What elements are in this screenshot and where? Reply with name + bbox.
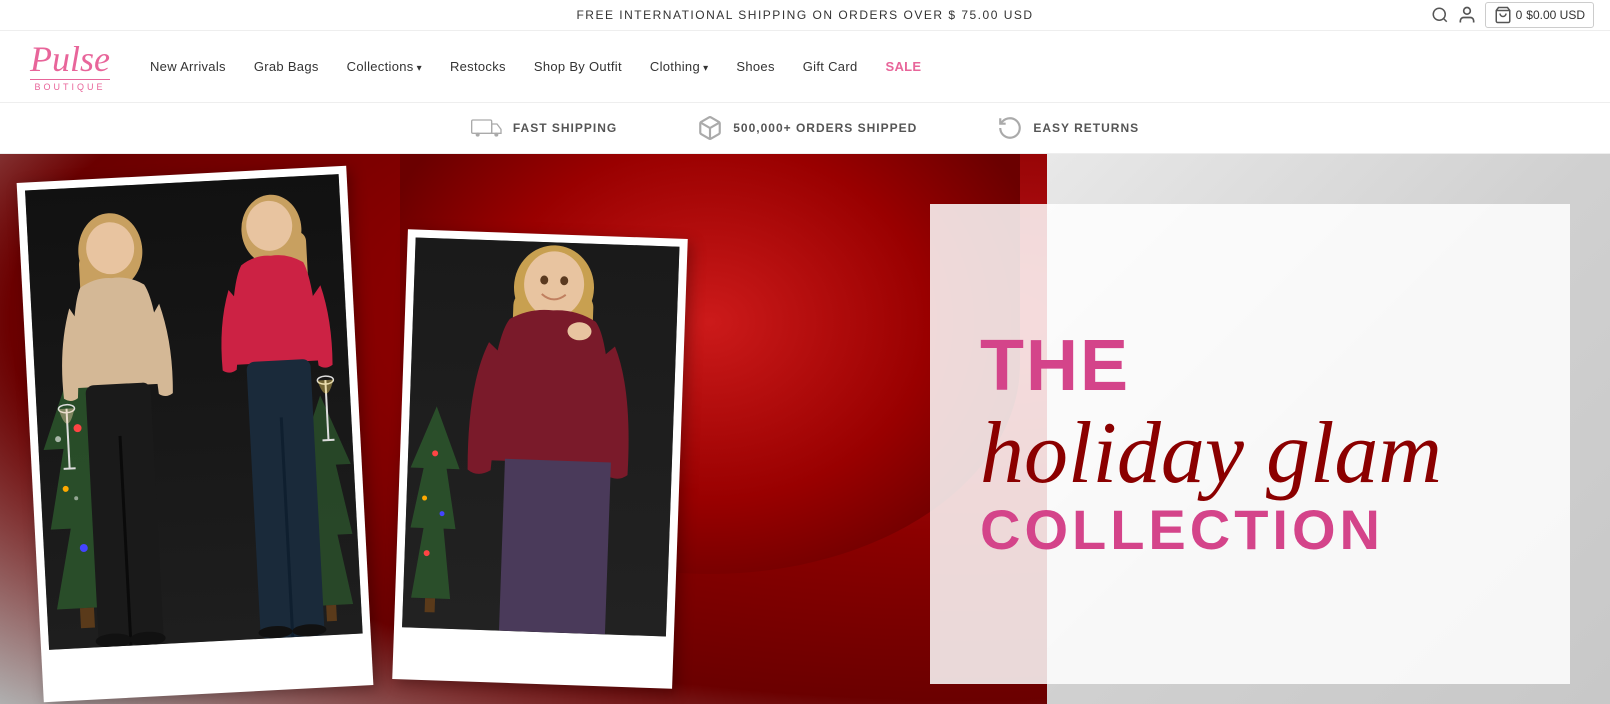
nav-link-clothing[interactable]: Clothing	[650, 59, 709, 74]
nav-link-new-arrivals[interactable]: New Arrivals	[150, 59, 226, 74]
feature-bar: FAST SHIPPING 500,000+ ORDERS SHIPPED EA…	[0, 103, 1610, 154]
feature-orders-label: 500,000+ ORDERS SHIPPED	[733, 121, 917, 135]
woman-figure-solo	[427, 238, 670, 636]
nav-link-shop-outfit[interactable]: Shop By Outfit	[534, 59, 622, 74]
nav-item-collections[interactable]: Collections	[347, 58, 422, 76]
feature-shipping-label: FAST SHIPPING	[513, 121, 617, 135]
nav-item-restocks[interactable]: Restocks	[450, 58, 506, 76]
nav-link-collections[interactable]: Collections	[347, 59, 422, 74]
nav-item-new-arrivals[interactable]: New Arrivals	[150, 58, 226, 76]
logo-brand: Pulse	[30, 41, 110, 77]
nav-link-restocks[interactable]: Restocks	[450, 59, 506, 74]
nav-link-shoes[interactable]: Shoes	[736, 59, 774, 74]
truck-icon	[471, 117, 503, 139]
nav-item-sale[interactable]: SALE	[885, 58, 921, 76]
nav-link-gift-card[interactable]: Gift Card	[803, 59, 858, 74]
hero-photo-1-inner	[25, 174, 363, 650]
hero-text-box: THE holiday glam COLLECTION	[930, 204, 1570, 684]
nav-item-shop-outfit[interactable]: Shop By Outfit	[534, 58, 622, 76]
woman-figure-2	[209, 185, 352, 641]
cart-button[interactable]: 0 $0.00 USD	[1485, 2, 1594, 28]
nav-item-gift-card[interactable]: Gift Card	[803, 58, 858, 76]
hero-line1: THE	[980, 330, 1130, 402]
nav-links: New Arrivals Grab Bags Collections Resto…	[150, 58, 921, 76]
nav-item-grab-bags[interactable]: Grab Bags	[254, 58, 319, 76]
cart-count: 0	[1516, 8, 1523, 22]
nav-item-clothing[interactable]: Clothing	[650, 58, 709, 76]
hero-line2: holiday glam	[980, 410, 1442, 498]
logo[interactable]: Pulse BOUTIQUE	[30, 41, 110, 92]
announcement-text: FREE INTERNATIONAL SHIPPING ON ORDERS OV…	[576, 8, 1033, 22]
nav-link-sale[interactable]: SALE	[885, 59, 921, 74]
logo-sub: BOUTIQUE	[30, 79, 110, 92]
return-icon	[997, 115, 1023, 141]
nav-link-grab-bags[interactable]: Grab Bags	[254, 59, 319, 74]
user-icon	[1457, 5, 1477, 25]
search-icon	[1431, 6, 1449, 24]
box-icon	[697, 115, 723, 141]
account-button[interactable]	[1457, 5, 1477, 25]
announcement-bar: FREE INTERNATIONAL SHIPPING ON ORDERS OV…	[0, 0, 1610, 31]
hero-line3: COLLECTION	[980, 502, 1384, 558]
feature-shipping: FAST SHIPPING	[471, 117, 617, 139]
hero-photo-2	[392, 229, 688, 688]
cart-amount: $0.00 USD	[1526, 8, 1585, 22]
navigation-bar: Pulse BOUTIQUE New Arrivals Grab Bags Co…	[0, 31, 1610, 103]
header-icons: 0 $0.00 USD	[1431, 2, 1594, 28]
hero-photo-2-inner	[402, 238, 679, 637]
hero-photo-1	[17, 166, 374, 703]
feature-returns: EASY RETURNS	[997, 115, 1139, 141]
feature-returns-label: EASY RETURNS	[1033, 121, 1139, 135]
cart-icon	[1494, 6, 1512, 24]
search-button[interactable]	[1431, 6, 1449, 24]
hero-section: THE holiday glam COLLECTION	[0, 154, 1610, 704]
nav-item-shoes[interactable]: Shoes	[736, 58, 774, 76]
feature-orders: 500,000+ ORDERS SHIPPED	[697, 115, 917, 141]
woman-figure-1	[46, 203, 194, 649]
